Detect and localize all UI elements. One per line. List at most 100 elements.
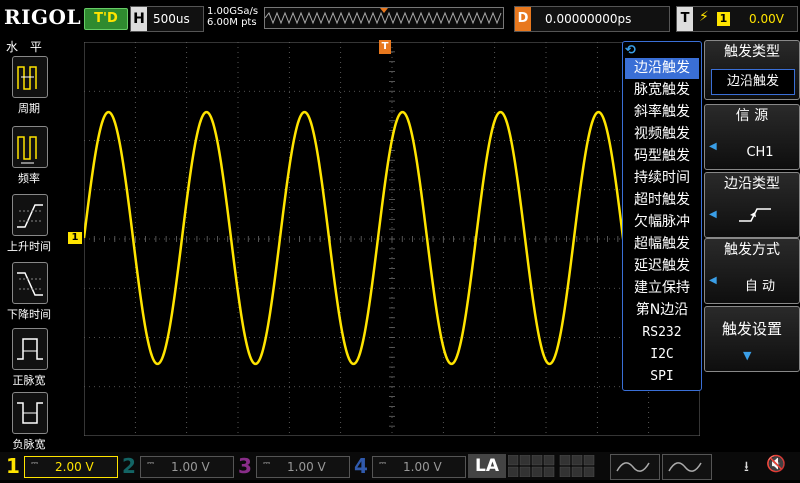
channel-3-scale: ⎓ 1.00 V: [256, 456, 350, 478]
select-arrow-icon: ◀: [709, 141, 717, 152]
timebase-value: 500us: [153, 12, 190, 26]
channel-1-number: 1: [6, 454, 20, 478]
timebase-display[interactable]: H 500us: [130, 6, 204, 32]
measure-period-label: 周期: [18, 102, 40, 115]
positive-width-icon: [12, 328, 48, 370]
delay-label: D: [515, 7, 531, 31]
popup-item[interactable]: I2C: [625, 344, 699, 365]
sweep-title: 触发方式: [724, 242, 780, 258]
trigger-display[interactable]: T ⚡ 1 0.00V: [676, 6, 798, 32]
source-1-button[interactable]: [610, 454, 660, 480]
channel-4-number: 4: [354, 454, 368, 478]
channel-4-scale: ⎓ 1.00 V: [372, 456, 466, 478]
measure-rise-time-label: 上升时间: [7, 240, 51, 253]
popup-item[interactable]: 视频触发: [625, 124, 699, 145]
frequency-icon: [12, 126, 48, 168]
rotate-knob-icon: ⟲: [625, 43, 636, 58]
rise-time-icon: [12, 194, 48, 236]
waveform-graticule[interactable]: [82, 41, 702, 437]
trigger-position-marker[interactable]: T: [379, 40, 391, 54]
period-icon: [12, 56, 48, 98]
trigger-type-value: 边沿触发: [711, 69, 795, 95]
select-arrow-icon: ◀: [709, 275, 717, 286]
sine-wave-icon: [616, 462, 650, 472]
popup-item[interactable]: 超时触发: [625, 190, 699, 211]
usb-icon: ⭳: [744, 459, 749, 475]
channel-bar: 1 ⎓ 2.00 V 2 ⎓ 1.00 V 3 ⎓ 1.00 V 4 ⎓ 1.0…: [0, 452, 800, 480]
popup-item[interactable]: 建立保持: [625, 278, 699, 299]
measure-positive-width-label: 正脉宽: [12, 374, 46, 387]
dc-coupling-icon: ⎓: [147, 459, 155, 469]
channel-4-value: 1.00 V: [403, 460, 442, 474]
sweep-value: 自 动: [744, 279, 776, 294]
channel-1[interactable]: 1 ⎓ 2.00 V: [2, 454, 118, 478]
popup-item[interactable]: 第N边沿: [625, 300, 699, 321]
rising-edge-icon: [739, 208, 771, 222]
popup-item[interactable]: 码型触发: [625, 146, 699, 167]
trigger-softkey-menu: 触发类型 边沿触发 信 源 ◀ CH1 边沿类型 ◀ 触发方式 ◀ 自 动 触发…: [702, 36, 800, 436]
sine-wave-icon: [668, 462, 702, 472]
trigger-level: 0.00V: [749, 12, 784, 26]
channel-2-number: 2: [122, 454, 136, 478]
ch1-offset-marker[interactable]: 1: [68, 232, 82, 244]
source-title: 信 源: [735, 108, 769, 124]
trigger-settings-softkey[interactable]: 触发设置 ▼: [704, 306, 800, 372]
edge-type-title: 边沿类型: [724, 176, 780, 192]
dc-coupling-icon: ⎓: [31, 459, 39, 469]
popup-item[interactable]: 脉宽触发: [625, 80, 699, 101]
digital-channels-icon: [508, 455, 595, 477]
popup-item[interactable]: 延迟触发: [625, 256, 699, 277]
select-arrow-icon: ◀: [709, 209, 717, 220]
channel-1-value: 2.00 V: [55, 460, 94, 474]
measure-negative-width-label: 负脉宽: [12, 438, 46, 451]
measure-fall-time-label: 下降时间: [7, 308, 51, 321]
speaker-muted-icon[interactable]: 🔇: [766, 454, 786, 473]
channel-4[interactable]: 4 ⎓ 1.00 V: [350, 454, 466, 478]
menu-title: 水 平: [6, 40, 46, 54]
popup-item[interactable]: 持续时间: [625, 168, 699, 189]
dc-coupling-icon: ⎓: [379, 459, 387, 469]
delay-display[interactable]: D 0.00000000ps: [514, 6, 670, 32]
popup-item[interactable]: RS232: [625, 322, 699, 343]
logic-analyzer-button[interactable]: LA: [468, 454, 506, 478]
run-status-badge[interactable]: T'D: [84, 8, 128, 30]
measure-frequency-label: 频率: [18, 172, 40, 185]
popup-item[interactable]: 斜率触发: [625, 102, 699, 123]
timebase-label: H: [131, 7, 147, 31]
source-2-button[interactable]: [662, 454, 712, 480]
popup-item[interactable]: 欠幅脉冲: [625, 212, 699, 233]
popup-item[interactable]: 边沿触发: [625, 58, 699, 79]
dc-coupling-icon: ⎓: [263, 459, 271, 469]
delay-value: 0.00000000ps: [545, 12, 632, 26]
negative-width-icon: [12, 392, 48, 434]
memory-overview: [264, 7, 504, 29]
channel-3-number: 3: [238, 454, 252, 478]
edge-type-softkey[interactable]: 边沿类型 ◀: [704, 172, 800, 238]
channel-1-scale: ⎓ 2.00 V: [24, 456, 118, 478]
trigger-type-title: 触发类型: [724, 44, 780, 60]
trigger-type-popup: ⟲ 边沿触发 脉宽触发 斜率触发 视频触发 码型触发 持续时间 超时触发 欠幅脉…: [622, 41, 702, 391]
brand-logo: RIGOL: [4, 5, 82, 29]
trigger-source: 1: [717, 12, 730, 26]
rising-edge-icon: ⚡: [699, 9, 709, 25]
horizontal-measure-menu: 水 平 周期 频率 上升时间 下降时间 正脉宽 负脉宽: [0, 36, 58, 451]
popup-item[interactable]: SPI: [625, 366, 699, 387]
source-softkey[interactable]: 信 源 ◀ CH1: [704, 104, 800, 170]
status-bar: RIGOL T'D H 500us 1.00GSa/s 6.00M pts D …: [0, 0, 800, 36]
waveform-display[interactable]: [82, 41, 702, 437]
submenu-arrow-icon: ▼: [743, 349, 752, 362]
popup-item[interactable]: 超幅触发: [625, 234, 699, 255]
channel-2-value: 1.00 V: [171, 460, 210, 474]
source-value: CH1: [746, 145, 774, 160]
trigger-type-softkey[interactable]: 触发类型 边沿触发: [704, 40, 800, 100]
memory-waveform-icon: [265, 8, 502, 25]
sweep-softkey[interactable]: 触发方式 ◀ 自 动: [704, 238, 800, 304]
channel-2-scale: ⎓ 1.00 V: [140, 456, 234, 478]
channel-3-value: 1.00 V: [287, 460, 326, 474]
channel-2[interactable]: 2 ⎓ 1.00 V: [118, 454, 234, 478]
trigger-label: T: [677, 7, 693, 31]
memory-depth: 6.00M pts: [207, 17, 257, 28]
sample-rate: 1.00GSa/s: [207, 6, 259, 17]
channel-3[interactable]: 3 ⎓ 1.00 V: [234, 454, 350, 478]
fall-time-icon: [12, 262, 48, 304]
